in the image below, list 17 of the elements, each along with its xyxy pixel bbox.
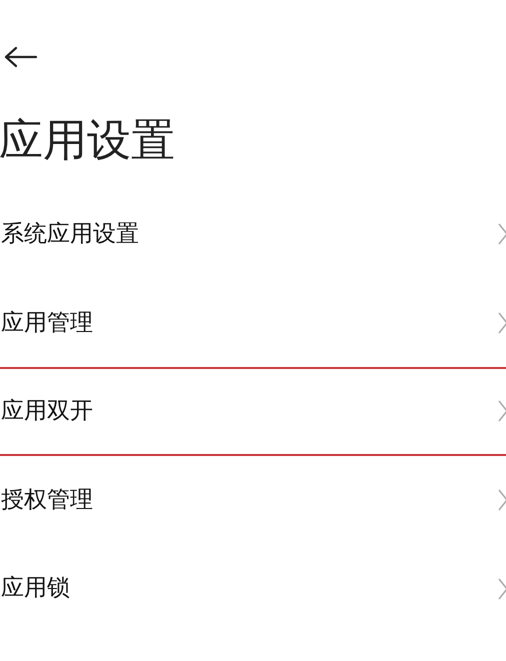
- chevron-icon: [498, 223, 506, 246]
- item-label: 应用管理: [0, 308, 93, 338]
- settings-item[interactable]: 系统应用设置: [0, 190, 506, 279]
- settings-item[interactable]: 应用双开: [0, 367, 506, 456]
- item-label: 系统应用设置: [0, 220, 139, 250]
- chevron-icon: [498, 312, 506, 334]
- item-label: 授权管理: [0, 486, 93, 515]
- item-label: 应用锁: [0, 574, 70, 604]
- page-title: 应用设置: [0, 119, 175, 163]
- chevron-icon: [498, 578, 506, 600]
- settings-item[interactable]: 应用锁: [0, 544, 506, 633]
- settings-item[interactable]: 授权管理: [0, 456, 506, 544]
- chevron-icon: [498, 489, 506, 512]
- settings-item[interactable]: 应用管理: [0, 278, 506, 368]
- back-icon[interactable]: [4, 45, 38, 69]
- item-label: 应用双开: [0, 397, 93, 426]
- chevron-icon: [498, 400, 506, 422]
